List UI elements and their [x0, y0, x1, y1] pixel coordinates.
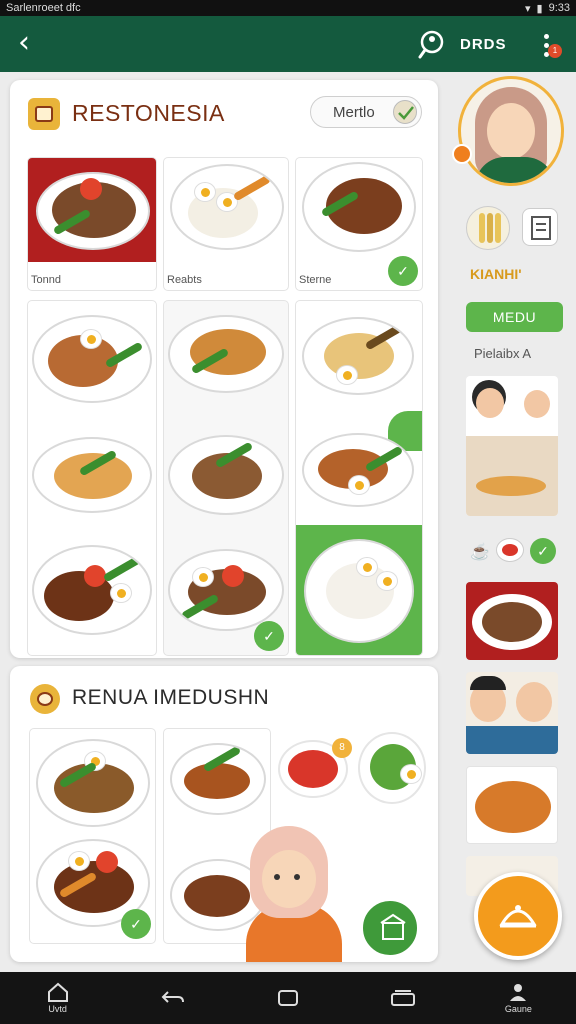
store-icon: [380, 913, 406, 940]
restaurant-logo-icon: [28, 98, 60, 130]
nav-back[interactable]: [143, 976, 203, 1020]
dish-column: [295, 300, 423, 656]
floating-action-button[interactable]: [474, 872, 562, 960]
square-icon: [277, 990, 298, 1006]
dish-label: Reabts: [167, 274, 202, 286]
home-icon: [47, 982, 68, 1002]
dish-image[interactable]: [304, 539, 414, 643]
dish-image[interactable]: [32, 315, 152, 403]
restaurant-title: RESTONESIA: [72, 100, 225, 126]
app-title: DRDS: [460, 36, 507, 53]
sidebar-label: KIANHI': [470, 266, 522, 282]
dish-image: [170, 164, 284, 250]
status-left-text: Sarlenroeet dfc: [6, 2, 81, 14]
dish-image[interactable]: [168, 549, 284, 631]
menu-toggle-button[interactable]: Mertlo: [310, 96, 422, 128]
people-dining-photo[interactable]: [466, 376, 558, 516]
dish-tile[interactable]: Reabts: [163, 157, 289, 291]
woman-illustration: [232, 826, 350, 962]
dish-label: Sterne: [299, 274, 332, 286]
nav-profile[interactable]: Gaune: [488, 976, 548, 1020]
leaf-icon[interactable]: ✓: [121, 909, 151, 939]
dish-image[interactable]: [170, 743, 266, 815]
leaf-icon[interactable]: ✓: [254, 621, 284, 651]
restaurant-card: RESTONESIA Mertlo Tonnd Reabts Sterne ✓: [10, 80, 438, 658]
cloche-icon: [499, 905, 537, 928]
dish-image: [302, 162, 416, 252]
menu-card-title: RENUA IMEDUSHN: [72, 686, 270, 709]
dish-photo[interactable]: [466, 582, 558, 660]
bottom-nav-bar: Uvtd Gaune: [0, 972, 576, 1024]
dish-image[interactable]: [168, 315, 284, 393]
search-icon[interactable]: [417, 28, 449, 60]
back-arrow-icon: [161, 991, 184, 1003]
battery-icon: ▮: [536, 2, 543, 15]
person-icon: [510, 984, 527, 1001]
quick-icons-row: ☕ ✓: [468, 536, 558, 566]
nav-recents[interactable]: [373, 976, 433, 1020]
menu-toggle-label: Mertlo: [333, 103, 375, 121]
nav-profile-label: Gaune: [504, 1004, 532, 1014]
sidebar-sub-label: Pielaibx A: [474, 346, 532, 361]
checkmark-icon: [393, 100, 417, 124]
dish-tile[interactable]: Sterne ✓: [295, 157, 423, 291]
receipt-icon[interactable]: [522, 208, 558, 246]
nav-home-button[interactable]: [258, 976, 318, 1020]
dish-photo[interactable]: [466, 766, 558, 844]
breadsticks-icon[interactable]: [466, 206, 510, 250]
nav-home[interactable]: Uvtd: [28, 976, 88, 1020]
shop-button[interactable]: [360, 898, 420, 958]
back-button[interactable]: ‹: [18, 28, 48, 60]
dish-image: [36, 172, 150, 250]
nav-home-label: Uvtd: [48, 1004, 67, 1014]
top-app-bar: ‹ DRDS 1: [0, 16, 576, 72]
dish-label: Tonnd: [31, 274, 61, 286]
dish-column: ✓: [29, 728, 156, 944]
dish-image[interactable]: [36, 739, 150, 827]
sidebar-menu-button[interactable]: MEDU: [466, 302, 563, 332]
status-bar: Sarlenroeet dfc ▾ ▮ 9:33: [0, 0, 576, 16]
wifi-icon: ▾: [524, 2, 531, 15]
status-right: ▾ ▮ 9:33: [525, 2, 570, 15]
online-status-badge: [452, 144, 472, 164]
dish-tile[interactable]: Tonnd: [27, 157, 157, 291]
recents-icon: [391, 990, 416, 1006]
status-time: 9:33: [548, 2, 570, 14]
menu-card: RENUA IMEDUSHN ✓ 8: [10, 666, 438, 962]
sauce-bowl-icon[interactable]: [496, 538, 524, 562]
profile-avatar[interactable]: [458, 76, 564, 186]
count-chip: 8: [332, 738, 352, 758]
dish-image[interactable]: [168, 435, 284, 515]
dish-column: ✓: [163, 300, 289, 656]
dish-image[interactable]: [32, 545, 152, 635]
cup-icon[interactable]: ☕: [470, 542, 490, 562]
dish-image[interactable]: [358, 732, 426, 804]
notification-badge: 1: [548, 44, 562, 58]
dish-column: [27, 300, 157, 656]
dish-image[interactable]: [32, 437, 152, 513]
dish-image[interactable]: [302, 433, 414, 507]
dish-image[interactable]: [302, 317, 414, 395]
chef-hat-icon: [30, 684, 60, 714]
people-photo[interactable]: [466, 672, 558, 754]
check-circle-icon[interactable]: ✓: [530, 538, 556, 564]
leaf-icon[interactable]: ✓: [388, 256, 418, 286]
